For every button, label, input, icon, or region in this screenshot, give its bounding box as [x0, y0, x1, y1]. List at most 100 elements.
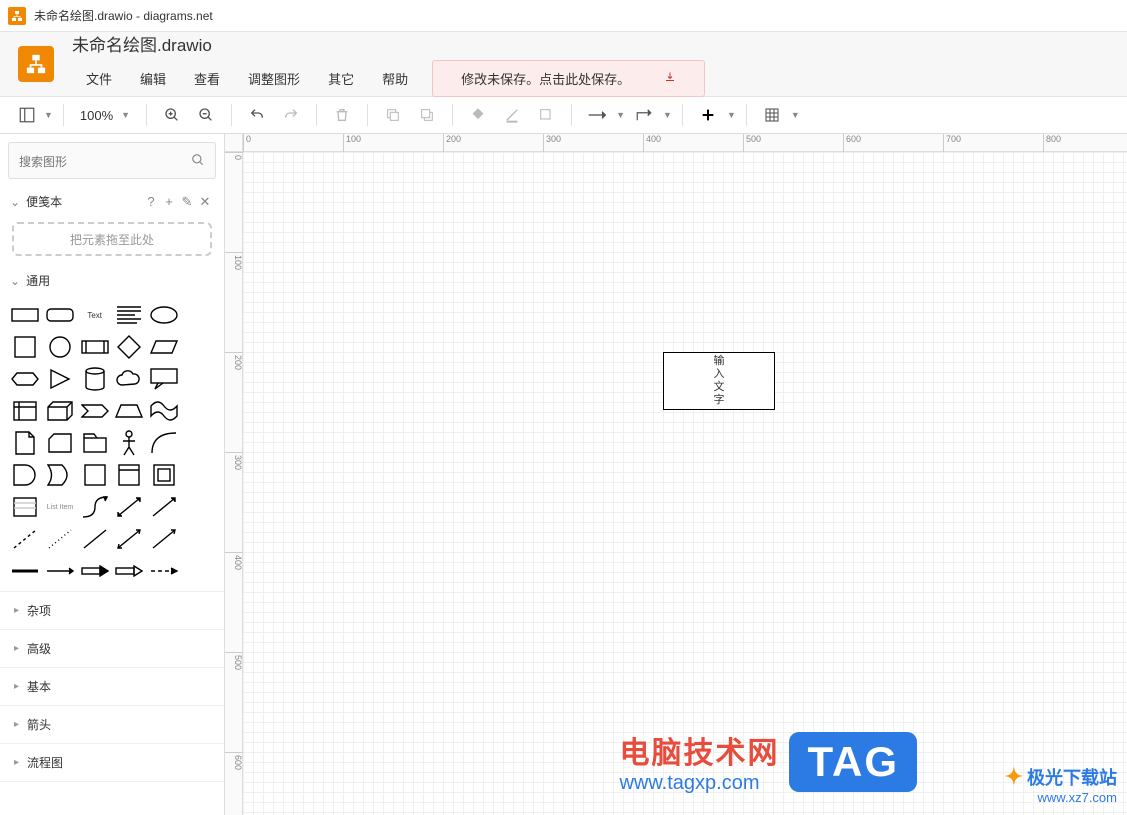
waypoints-button[interactable]: [629, 100, 659, 130]
category-advanced[interactable]: ▸高级: [0, 630, 224, 668]
shadow-button[interactable]: [531, 100, 561, 130]
connection-button[interactable]: [582, 100, 612, 130]
search-box[interactable]: [8, 142, 216, 179]
category-arrows[interactable]: ▸箭头: [0, 706, 224, 744]
shape-text-block[interactable]: [114, 301, 145, 329]
scratchpad-header[interactable]: ⌄ 便笺本 ? + ✎ ✕: [0, 187, 224, 216]
shape-text[interactable]: Text: [79, 301, 110, 329]
menu-edit[interactable]: 编辑: [126, 65, 180, 92]
shape-cube[interactable]: [45, 397, 76, 425]
category-misc[interactable]: ▸杂项: [0, 592, 224, 630]
zoom-out-button[interactable]: [191, 100, 221, 130]
chevron-down-icon[interactable]: ▼: [44, 110, 53, 120]
search-icon[interactable]: [191, 153, 205, 170]
view-mode-button[interactable]: [12, 100, 42, 130]
shape-blank3[interactable]: [183, 365, 214, 393]
shape-bidir-arrow[interactable]: [114, 493, 145, 521]
shape-list[interactable]: [10, 493, 41, 521]
shape-trapezoid[interactable]: [114, 397, 145, 425]
to-front-button[interactable]: [378, 100, 408, 130]
shape-ellipse[interactable]: [149, 301, 180, 329]
shape-card[interactable]: [45, 429, 76, 457]
shape-blank5[interactable]: [183, 429, 214, 457]
shape-blank7[interactable]: [183, 493, 214, 521]
to-back-button[interactable]: [412, 100, 442, 130]
line-color-button[interactable]: [497, 100, 527, 130]
delete-button[interactable]: [327, 100, 357, 130]
chevron-down-icon[interactable]: ▼: [727, 110, 736, 120]
shape-dir-line[interactable]: [149, 525, 180, 553]
shape-process[interactable]: [79, 333, 110, 361]
canvas[interactable]: 输 入 文 字 电脑技术网 www.tagxp.com TAG ✦极光下载站 w…: [243, 152, 1127, 815]
fill-color-button[interactable]: [463, 100, 493, 130]
shape-and[interactable]: [10, 461, 41, 489]
shape-blank6[interactable]: [183, 461, 214, 489]
shape-titled-container[interactable]: [114, 461, 145, 489]
shape-curve[interactable]: [149, 429, 180, 457]
shape-frame[interactable]: [149, 461, 180, 489]
shape-arrow-dashed[interactable]: [149, 557, 180, 585]
zoom-control[interactable]: 100%▼: [74, 108, 136, 123]
shape-triangle[interactable]: [45, 365, 76, 393]
shape-diamond[interactable]: [114, 333, 145, 361]
save-notice[interactable]: 修改未保存。点击此处保存。: [432, 60, 705, 97]
close-icon[interactable]: ✕: [196, 194, 214, 210]
menu-help[interactable]: 帮助: [368, 65, 422, 92]
chevron-down-icon[interactable]: ▼: [791, 110, 800, 120]
shape-blank[interactable]: [183, 301, 214, 329]
document-title[interactable]: 未命名绘图.drawio: [72, 31, 705, 56]
shape-circle[interactable]: [45, 333, 76, 361]
zoom-in-button[interactable]: [157, 100, 187, 130]
search-input[interactable]: [19, 155, 191, 169]
shape-internal-storage[interactable]: [10, 397, 41, 425]
shape-rounded-rect[interactable]: [45, 301, 76, 329]
diagram-text-shape[interactable]: 输 入 文 字: [663, 352, 775, 410]
scratchpad-dropzone[interactable]: 把元素拖至此处: [12, 222, 212, 256]
menu-format[interactable]: 调整图形: [234, 65, 314, 92]
chevron-down-icon[interactable]: ▼: [616, 110, 625, 120]
shape-or[interactable]: [45, 461, 76, 489]
shape-cloud[interactable]: [114, 365, 145, 393]
general-shapes-header[interactable]: ⌄ 通用: [0, 266, 224, 295]
help-icon[interactable]: ?: [142, 194, 160, 209]
shape-callout[interactable]: [149, 365, 180, 393]
shape-step[interactable]: [79, 397, 110, 425]
shape-blank4[interactable]: [183, 397, 214, 425]
undo-button[interactable]: [242, 100, 272, 130]
shape-dotted[interactable]: [45, 525, 76, 553]
shape-blank2[interactable]: [183, 333, 214, 361]
shape-s-curve[interactable]: [79, 493, 110, 521]
shape-container[interactable]: [79, 461, 110, 489]
shape-arrow-open[interactable]: [114, 557, 145, 585]
redo-button[interactable]: [276, 100, 306, 130]
shape-blank8[interactable]: [183, 525, 214, 553]
shape-square[interactable]: [10, 333, 41, 361]
shape-tape[interactable]: [149, 397, 180, 425]
add-icon[interactable]: +: [160, 194, 178, 209]
table-button[interactable]: [757, 100, 787, 130]
shape-link[interactable]: [10, 557, 41, 585]
menu-file[interactable]: 文件: [72, 65, 126, 92]
chevron-down-icon[interactable]: ▼: [663, 110, 672, 120]
shape-dashed[interactable]: [10, 525, 41, 553]
shape-cylinder[interactable]: [79, 365, 110, 393]
menu-view[interactable]: 查看: [180, 65, 234, 92]
shape-list-item[interactable]: List Item: [45, 493, 76, 521]
insert-button[interactable]: [693, 100, 723, 130]
shape-blank9[interactable]: [183, 557, 214, 585]
shape-parallelogram[interactable]: [149, 333, 180, 361]
menu-extras[interactable]: 其它: [314, 65, 368, 92]
shape-hexagon[interactable]: [10, 365, 41, 393]
shape-line[interactable]: [79, 525, 110, 553]
shape-arrow[interactable]: [149, 493, 180, 521]
shape-rectangle[interactable]: [10, 301, 41, 329]
category-basic[interactable]: ▸基本: [0, 668, 224, 706]
shape-bidir-line[interactable]: [114, 525, 145, 553]
edit-icon[interactable]: ✎: [178, 194, 196, 210]
shape-actor[interactable]: [114, 429, 145, 457]
shape-arrow-thin[interactable]: [45, 557, 76, 585]
shape-folder[interactable]: [79, 429, 110, 457]
shape-note[interactable]: [10, 429, 41, 457]
category-flowchart[interactable]: ▸流程图: [0, 744, 224, 782]
shape-arrow-block[interactable]: [79, 557, 110, 585]
